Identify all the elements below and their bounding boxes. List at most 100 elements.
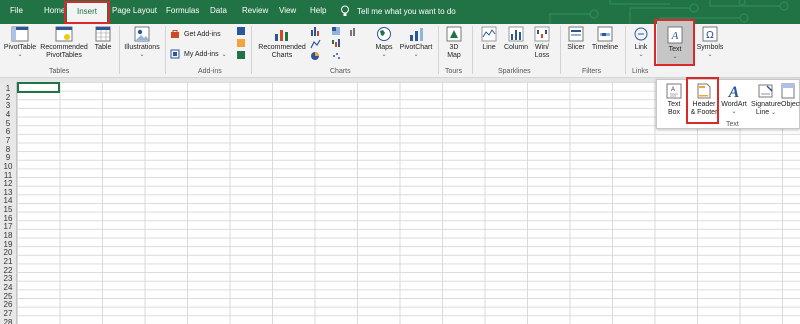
header-footer-button[interactable]: Header & Footer [688, 83, 720, 117]
tab-review[interactable]: Review [242, 6, 268, 15]
active-cell-a1[interactable] [17, 82, 60, 93]
table-button[interactable]: Table [91, 26, 115, 52]
tours-group-label: Tours [445, 68, 463, 75]
group-separator [165, 26, 166, 74]
symbols-button[interactable]: Ω Symbols ⌄ [696, 26, 724, 58]
row-header[interactable]: 23 [0, 274, 16, 283]
recommended-charts-label-1: Recommended [258, 44, 306, 51]
text-box-label-2: Box [667, 109, 681, 116]
tab-view[interactable]: View [279, 6, 296, 15]
row-header[interactable]: 28 [0, 318, 16, 324]
svg-text:A: A [671, 87, 675, 93]
row-header[interactable]: 10 [0, 162, 16, 171]
wordart-icon: A [728, 84, 740, 99]
row-header[interactable]: 9 [0, 153, 16, 162]
row-header[interactable]: 15 [0, 205, 16, 214]
tab-page-layout[interactable]: Page Layout [112, 6, 157, 15]
wordart-button[interactable]: A WordArt ⌄ [720, 83, 748, 115]
row-header[interactable]: 2 [0, 93, 16, 102]
sparkline-column-button[interactable]: Column [501, 26, 531, 52]
row-header[interactable]: 26 [0, 300, 16, 309]
row-header[interactable]: 18 [0, 231, 16, 240]
tab-home[interactable]: Home [44, 6, 65, 15]
get-addins-button[interactable]: Get Add-ins [170, 29, 221, 39]
table-icon [95, 26, 111, 42]
tab-help[interactable]: Help [310, 6, 326, 15]
slicer-button[interactable]: Slicer [564, 26, 588, 52]
recommended-charts-button[interactable]: Recommended Charts [256, 26, 308, 60]
tab-file[interactable]: File [10, 6, 23, 15]
text-box-icon: A [666, 83, 682, 99]
omega-icon: Ω [702, 26, 718, 42]
row-header[interactable]: 17 [0, 222, 16, 231]
tab-data[interactable]: Data [210, 6, 227, 15]
chevron-down-icon: ⌄ [139, 52, 145, 58]
row-header-column[interactable]: 1 2 3 4 5 6 7 8 9 10 11 12 13 14 15 16 17 18 19 20 21 22 23 24 2… [0, 82, 17, 324]
row-header[interactable]: 21 [0, 257, 16, 266]
row-header[interactable]: 6 [0, 127, 16, 136]
tell-me-search[interactable]: Tell me what you want to do [340, 5, 456, 17]
row-header[interactable]: 27 [0, 309, 16, 318]
row-header[interactable]: 12 [0, 179, 16, 188]
ribbon: PivotTable ⌄ Recommended PivotTables Tab… [0, 19, 800, 78]
chart-type-icons[interactable] [310, 26, 368, 62]
maps-button[interactable]: Maps ⌄ [370, 26, 398, 58]
my-addins-icon [170, 49, 180, 59]
pivotchart-label: PivotChart [399, 44, 433, 51]
row-header[interactable]: 25 [0, 292, 16, 301]
pivotchart-button[interactable]: PivotChart ⌄ [398, 26, 434, 58]
row-header[interactable]: 3 [0, 101, 16, 110]
sparkline-line-button[interactable]: Line [478, 26, 500, 52]
3d-map-icon [446, 26, 462, 42]
text-group-label: Text [726, 121, 739, 128]
illustrations-icon [134, 26, 150, 42]
text-icon: A [667, 26, 683, 44]
hierarchy-chart-icon [332, 27, 340, 35]
text-box-button[interactable]: A Text Box [660, 83, 688, 117]
row-header[interactable]: 5 [0, 119, 16, 128]
row-header[interactable]: 8 [0, 145, 16, 154]
header-footer-label-2: & Footer [690, 109, 718, 116]
row-header[interactable]: 1 [0, 84, 16, 93]
header-footer-icon [697, 83, 711, 99]
signature-line-label-1: Signature [751, 101, 781, 108]
timeline-icon [597, 26, 613, 42]
waterfall-chart-icon [332, 39, 340, 47]
sparkline-column-label: Column [503, 44, 529, 51]
group-separator [560, 26, 561, 74]
pivottable-button[interactable]: PivotTable ⌄ [3, 26, 37, 58]
row-header[interactable]: 20 [0, 248, 16, 257]
pivottable-label: PivotTable [3, 44, 37, 51]
signature-line-button[interactable]: Signature Line ⌄ [749, 83, 783, 117]
row-header[interactable]: 13 [0, 188, 16, 197]
row-header[interactable]: 22 [0, 266, 16, 275]
my-addins-button[interactable]: My Add-ins ⌄ [170, 49, 227, 59]
recommended-charts-icon [275, 30, 288, 41]
addins-group-label: Add-ins [198, 68, 222, 75]
row-header[interactable]: 7 [0, 136, 16, 145]
row-header[interactable]: 14 [0, 196, 16, 205]
row-header[interactable]: 4 [0, 110, 16, 119]
timeline-label: Timeline [591, 44, 619, 51]
sparkline-line-icon [481, 26, 497, 42]
row-header[interactable]: 11 [0, 171, 16, 180]
sparkline-winloss-icon [534, 26, 550, 42]
slicer-icon [568, 26, 584, 42]
object-button[interactable]: Object [781, 83, 800, 109]
link-button[interactable]: Link ⌄ [629, 26, 653, 58]
recommended-pivottables-button[interactable]: Recommended PivotTables [40, 26, 88, 60]
timeline-button[interactable]: Timeline [589, 26, 621, 52]
sparkline-winloss-button[interactable]: Win/ Loss [531, 26, 553, 60]
sparkline-column-icon [508, 26, 524, 42]
row-header[interactable]: 19 [0, 240, 16, 249]
tab-insert[interactable]: Insert [67, 3, 108, 24]
illustrations-button[interactable]: Illustrations ⌄ [122, 26, 162, 58]
tab-formulas[interactable]: Formulas [166, 6, 199, 15]
line-chart-icon [310, 39, 321, 49]
group-separator [438, 26, 439, 74]
row-header[interactable]: 16 [0, 214, 16, 223]
text-button[interactable]: A Text ⌄ [657, 19, 693, 66]
3d-map-button[interactable]: 3D Map [441, 26, 467, 60]
row-header[interactable]: 24 [0, 283, 16, 292]
maps-label: Maps [375, 44, 393, 51]
